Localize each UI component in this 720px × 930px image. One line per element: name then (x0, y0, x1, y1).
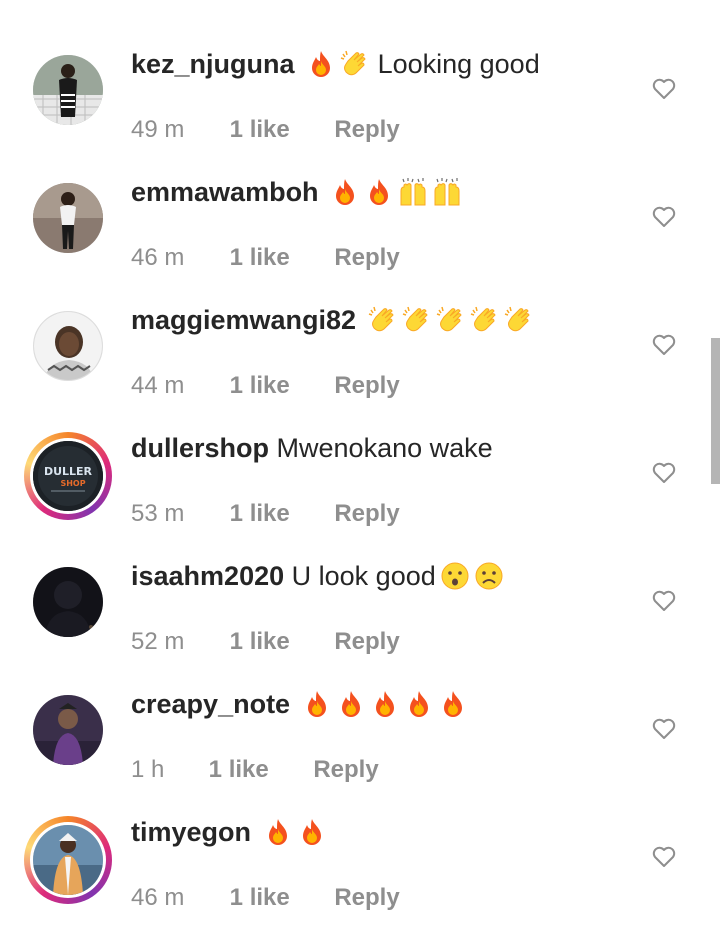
avatar[interactable] (26, 183, 110, 267)
avatar-logo-text: SHOP (60, 479, 85, 488)
comment-text: isaahm2020 U look good (131, 558, 504, 594)
fire-emoji-icon (330, 177, 360, 207)
heart-icon[interactable] (651, 332, 677, 358)
timestamp: 44 m (131, 372, 185, 399)
timestamp: 49 m (131, 116, 185, 143)
timestamp: 46 m (131, 244, 185, 271)
comment-item: timyegon 46 m 1 like Reply (0, 804, 720, 930)
username-link[interactable]: kez_njuguna (131, 49, 295, 79)
avatar-photo-icon (33, 695, 103, 765)
hushed-face-emoji-icon (440, 561, 470, 591)
raising-hands-emoji-icon (432, 177, 462, 207)
comment-text: timyegon (131, 814, 327, 850)
clapping-hands-emoji-icon (436, 305, 466, 335)
clapping-hands-emoji-icon (470, 305, 500, 335)
avatar-photo-icon (34, 312, 102, 380)
avatar-story-ring[interactable]: DULLER SHOP (24, 432, 112, 520)
avatar-photo-icon (33, 183, 103, 253)
comment-meta: 52 m 1 like Reply (131, 627, 400, 657)
fire-emoji-icon (302, 689, 332, 719)
comment-text: emmawamboh (131, 174, 462, 210)
comment-meta: 49 m 1 like Reply (131, 115, 400, 145)
reply-button[interactable]: Reply (334, 627, 399, 657)
timestamp: 52 m (131, 628, 185, 655)
clapping-hands-emoji-icon (504, 305, 534, 335)
comment-text: maggiemwangi82 (131, 302, 534, 338)
comment-item: creapy_note 1 h 1 like Reply (0, 676, 720, 804)
clapping-hands-emoji-icon (340, 49, 370, 79)
avatar-story-ring[interactable] (24, 816, 112, 904)
fire-emoji-icon (306, 49, 336, 79)
reply-button[interactable]: Reply (334, 499, 399, 529)
heart-icon[interactable] (651, 460, 677, 486)
comment-meta: 46 m 1 like Reply (131, 243, 400, 273)
comment-body: Looking good (377, 49, 540, 79)
username-link[interactable]: timyegon (131, 817, 251, 847)
comment-meta: 46 m 1 like Reply (131, 883, 400, 913)
comment-item: kez_njuguna Looking good 49 m 1 like Rep… (0, 36, 720, 164)
timestamp: 1 h (131, 756, 165, 783)
comment-body: U look good (291, 561, 436, 591)
reply-button[interactable]: Reply (313, 755, 378, 785)
comment-item: maggiemwangi82 44 m 1 like Reply (0, 292, 720, 420)
avatar-photo-icon (33, 825, 103, 895)
like-count-link[interactable]: 1 like (230, 883, 328, 913)
comment-meta: 44 m 1 like Reply (131, 371, 400, 401)
comment-item: emmawamboh 46 m 1 like Reply (0, 164, 720, 292)
reply-button[interactable]: Reply (334, 243, 399, 273)
avatar[interactable] (26, 311, 110, 395)
like-count-link[interactable]: 1 like (230, 499, 328, 529)
frowning-face-emoji-icon (474, 561, 504, 591)
comment-text: creapy_note (131, 686, 468, 722)
fire-emoji-icon (364, 177, 394, 207)
username-link[interactable]: emmawamboh (131, 177, 319, 207)
username-link[interactable]: creapy_note (131, 689, 290, 719)
heart-icon[interactable] (651, 204, 677, 230)
username-link[interactable]: maggiemwangi82 (131, 305, 356, 335)
reply-button[interactable]: Reply (334, 883, 399, 913)
like-count-link[interactable]: 1 like (230, 627, 328, 657)
avatar-logo-icon: DULLER SHOP (33, 441, 103, 511)
heart-icon[interactable] (651, 588, 677, 614)
comment-body: Mwenokano wake (276, 433, 493, 463)
heart-icon[interactable] (651, 716, 677, 742)
timestamp: 46 m (131, 884, 185, 911)
fire-emoji-icon (263, 817, 293, 847)
fire-emoji-icon (336, 689, 366, 719)
avatar-photo-icon (33, 567, 103, 637)
fire-emoji-icon (438, 689, 468, 719)
like-count-link[interactable]: 1 like (230, 243, 328, 273)
raising-hands-emoji-icon (398, 177, 428, 207)
comment-text: kez_njuguna Looking good (131, 46, 540, 82)
heart-icon[interactable] (651, 844, 677, 870)
comment-text: dullershop Mwenokano wake (131, 430, 493, 466)
username-link[interactable]: isaahm2020 (131, 561, 284, 591)
fire-emoji-icon (297, 817, 327, 847)
username-link[interactable]: dullershop (131, 433, 269, 463)
avatar[interactable] (26, 695, 110, 779)
heart-icon[interactable] (651, 76, 677, 102)
reply-button[interactable]: Reply (334, 115, 399, 145)
comment-meta: 1 h 1 like Reply (131, 755, 379, 785)
clapping-hands-emoji-icon (368, 305, 398, 335)
avatar-photo-icon (33, 55, 103, 125)
comment-item: DULLER SHOP dullershop Mwenokano wake 53… (0, 420, 720, 548)
reply-button[interactable]: Reply (334, 371, 399, 401)
comment-list: kez_njuguna Looking good 49 m 1 like Rep… (0, 0, 720, 930)
avatar-logo-text: DULLER (44, 465, 93, 478)
fire-emoji-icon (370, 689, 400, 719)
fire-emoji-icon (404, 689, 434, 719)
like-count-link[interactable]: 1 like (209, 755, 307, 785)
like-count-link[interactable]: 1 like (230, 371, 328, 401)
comment-item: isaahm2020 U look good 52 m 1 like Reply (0, 548, 720, 676)
timestamp: 53 m (131, 500, 185, 527)
avatar[interactable] (26, 567, 110, 651)
scrollbar-thumb[interactable] (711, 338, 720, 484)
avatar[interactable] (26, 55, 110, 139)
clapping-hands-emoji-icon (402, 305, 432, 335)
like-count-link[interactable]: 1 like (230, 115, 328, 145)
comment-meta: 53 m 1 like Reply (131, 499, 400, 529)
